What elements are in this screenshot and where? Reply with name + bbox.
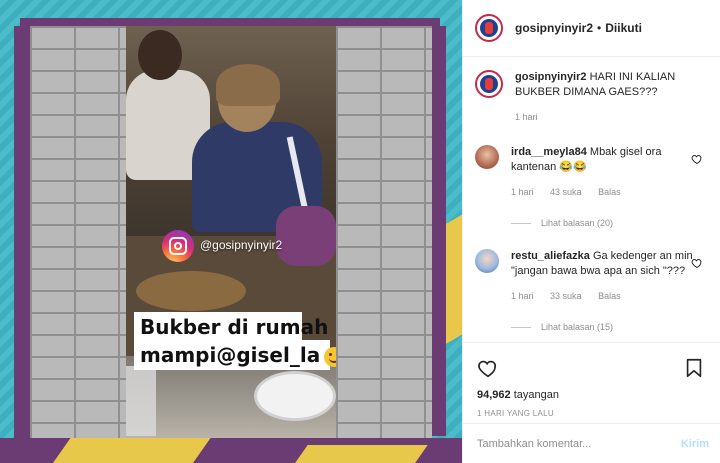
comment-item: irda__meyla84 Mbak gisel ora kantenan 😂😂… — [475, 145, 705, 231]
avatar[interactable] — [475, 70, 503, 98]
brick-wall-left — [30, 26, 126, 438]
reply-button[interactable]: Balas — [598, 187, 621, 197]
comment-time[interactable]: 1 hari — [511, 291, 534, 301]
add-comment-bar: Kirim — [463, 423, 720, 463]
comment-likes[interactable]: 33 suka — [550, 291, 582, 301]
view-replies-label: Lihat balasan (20) — [541, 218, 614, 228]
post-caption: gosipnyinyir2 HARI INI KALIAN BUKBER DIM… — [475, 70, 705, 125]
white-bowl — [254, 371, 336, 421]
comments-list[interactable]: gosipnyinyir2 HARI INI KALIAN BUKBER DIM… — [463, 58, 720, 342]
heart-icon[interactable] — [691, 257, 703, 269]
view-count-number: 94,962 — [477, 389, 511, 401]
decorative-purple-frame-left — [14, 26, 30, 446]
comment-avatar[interactable] — [475, 249, 499, 273]
view-replies-label: Lihat balasan (15) — [541, 322, 614, 332]
smiling-face-icon — [324, 346, 336, 367]
comment-time[interactable]: 1 hari — [511, 187, 534, 197]
comment-username[interactable]: irda__meyla84 — [511, 146, 587, 158]
glass — [126, 366, 156, 436]
sticker-text-line2-label: mampi@gisel_la — [140, 343, 321, 367]
view-replies-button[interactable]: Lihat balasan (15) — [511, 320, 705, 335]
person-center-legs — [276, 206, 336, 266]
comment-likes[interactable]: 43 suka — [550, 187, 582, 197]
media-handle-overlay: @gosipnyinyir2 — [200, 238, 283, 252]
decorative-purple-frame-right — [432, 26, 446, 436]
person-left-head — [138, 30, 182, 80]
food-plate — [136, 271, 246, 311]
post-header: gosipnyinyir2 • Diikuti — [463, 0, 720, 57]
post-sidebar: gosipnyinyir2 • Diikuti gosipnyinyir2 HA… — [462, 0, 720, 463]
header-username[interactable]: gosipnyinyir2 — [515, 21, 593, 35]
comment-avatar[interactable] — [475, 145, 499, 169]
reply-button[interactable]: Balas — [598, 291, 621, 301]
follow-status-button[interactable]: Diikuti — [605, 21, 642, 35]
caption-time[interactable]: 1 hari — [515, 112, 538, 122]
sticker-text-line2: mampi@gisel_la — [134, 340, 336, 370]
person-center-hair — [216, 64, 280, 106]
post-actions: 94,962 tayangan 1 HARI YANG LALU — [463, 342, 720, 432]
caption-username[interactable]: gosipnyinyir2 — [515, 71, 587, 83]
sticker-text-line1: Bukber di rumah — [134, 312, 328, 342]
like-heart-icon[interactable] — [477, 357, 499, 379]
bookmark-icon[interactable] — [683, 357, 705, 379]
decorative-yellow-stripe — [49, 438, 211, 463]
post-media[interactable]: @gosipnyinyir2 Bukber di rumah mampi@gis… — [0, 0, 462, 463]
decorative-yellow-stripe — [292, 445, 428, 463]
comment-username[interactable]: restu_aliefazka — [511, 250, 590, 262]
view-replies-button[interactable]: Lihat balasan (20) — [511, 216, 705, 231]
view-count[interactable]: 94,962 tayangan — [477, 389, 705, 401]
view-count-label: tayangan — [513, 389, 559, 401]
post-comment-button[interactable]: Kirim — [681, 438, 709, 450]
header-separator: • — [597, 21, 602, 35]
heart-icon[interactable] — [691, 153, 703, 165]
instagram-logo-icon — [162, 230, 194, 262]
video-frame[interactable]: @gosipnyinyir2 Bukber di rumah mampi@gis… — [126, 26, 336, 438]
brick-wall-right — [336, 26, 432, 438]
comment-input[interactable] — [477, 437, 681, 450]
comment-item: restu_aliefazka Ga kedenger an min "jang… — [475, 249, 705, 335]
avatar[interactable] — [475, 14, 503, 42]
post-timestamp[interactable]: 1 HARI YANG LALU — [477, 409, 705, 418]
